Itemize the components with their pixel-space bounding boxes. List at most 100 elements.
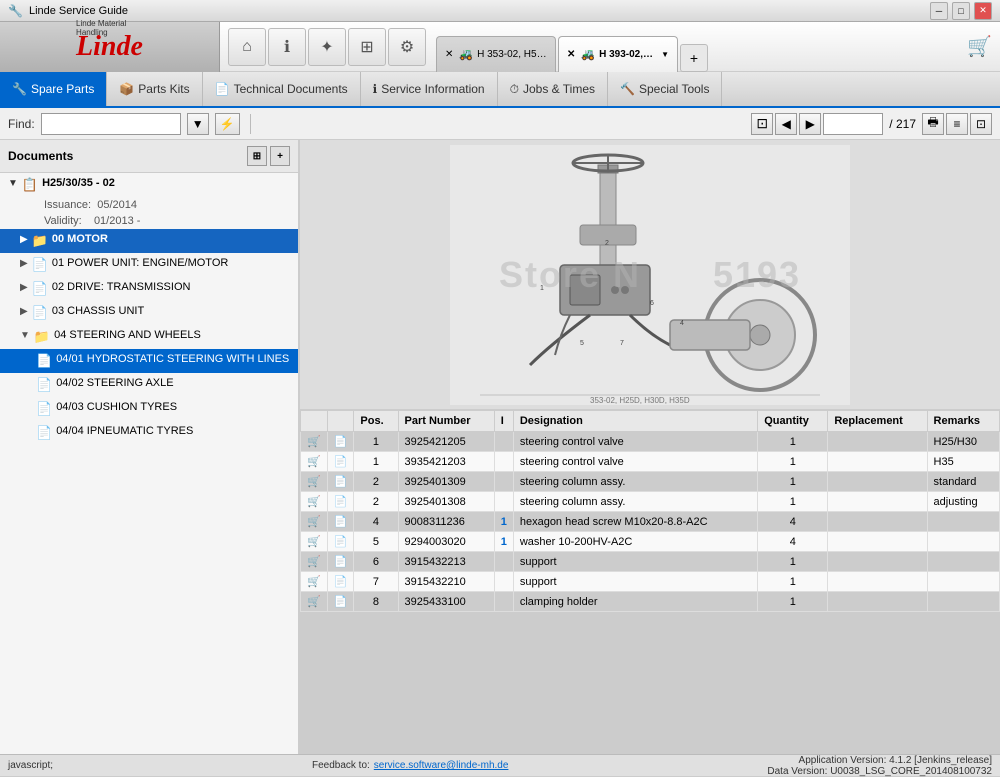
tab-2[interactable]: ✕ 🚜 H 393-02, H25D... ▼ — [558, 36, 678, 72]
close-button[interactable]: ✕ — [974, 2, 992, 20]
tree-item-ipneumatic-tyres[interactable]: 📄 04/04 IPNEUMATIC TYRES — [0, 421, 298, 445]
gear-icon-btn[interactable]: ⚙ — [388, 28, 426, 66]
sidebar-btn-1[interactable]: ⊞ — [247, 146, 267, 166]
special-tools-label: Special Tools — [639, 82, 710, 96]
data-version: Data Version: U0038_LSG_CORE_20140810073… — [767, 766, 992, 777]
tab-service-info[interactable]: ℹ Service Information — [361, 72, 498, 106]
doc-icon-cell[interactable]: 📄 — [327, 512, 354, 532]
cart-icon-cell[interactable]: 🛒 — [301, 512, 328, 532]
grid-icon-btn[interactable]: ⊞ — [348, 28, 386, 66]
doc-icon-cell[interactable]: 📄 — [327, 472, 354, 492]
pos-cell: 4 — [354, 512, 398, 532]
tab-special-tools[interactable]: 🔨 Special Tools — [608, 72, 722, 106]
drive-icon: 📄 — [32, 281, 48, 297]
issuance-date: 05/2014 — [97, 199, 137, 211]
pos-cell: 6 — [354, 552, 398, 572]
toolbar-separator-1 — [250, 114, 251, 134]
remarks-cell — [927, 552, 999, 572]
remarks-cell — [927, 512, 999, 532]
power-unit-label: 01 POWER UNIT: ENGINE/MOTOR — [52, 257, 228, 269]
cart-icon-cell[interactable]: 🛒 — [301, 452, 328, 472]
tree-item-motor[interactable]: ▶ 📁 00 MOTOR — [0, 229, 298, 253]
tree-item-cushion-tyres[interactable]: 📄 04/03 CUSHION TYRES — [0, 397, 298, 421]
table-row: 🛒 📄 1 3935421203 steering control valve … — [301, 452, 1000, 472]
find-input[interactable] — [41, 113, 181, 135]
filter-button[interactable]: ▼ — [187, 113, 209, 135]
cart-icon-cell[interactable]: 🛒 — [301, 592, 328, 612]
maximize-button[interactable]: □ — [952, 2, 970, 20]
tab-parts-kits[interactable]: 📦 Parts Kits — [107, 72, 202, 106]
jobs-times-label: Jobs & Times — [523, 82, 595, 96]
nav-icons-area: ⌂ ℹ ✦ ⊞ ⚙ ✕ 🚜 H 353-02, H50D... ✕ 🚜 H 39… — [220, 22, 1000, 72]
page-input[interactable]: 120 — [823, 113, 883, 135]
cart-icon-cell[interactable]: 🛒 — [301, 552, 328, 572]
cart-icon-cell[interactable]: 🛒 — [301, 532, 328, 552]
doc-icon-cell[interactable]: 📄 — [327, 532, 354, 552]
logo-area: Linde Material Handling Linde — [0, 22, 220, 72]
filter2-button[interactable]: ⚡ — [215, 113, 240, 135]
cushion-icon: 📄 — [36, 401, 52, 417]
feedback-label: Feedback to: — [312, 760, 370, 771]
header-top: Linde Material Handling Linde ⌂ ℹ ✦ ⊞ ⚙ … — [0, 22, 1000, 72]
tree-item-power-unit[interactable]: ▶ 📄 01 POWER UNIT: ENGINE/MOTOR — [0, 253, 298, 277]
tab-1[interactable]: ✕ 🚜 H 353-02, H50D... — [436, 36, 556, 72]
col-cart — [301, 411, 328, 432]
cart-icon-cell[interactable]: 🛒 — [301, 432, 328, 452]
tree-item-h25-root[interactable]: ▼ 📋 H25/30/35 - 02 — [0, 173, 298, 197]
tab-spare-parts[interactable]: 🔧 Spare Parts — [0, 72, 107, 106]
parts-table: Pos. Part Number I Designation Quantity … — [300, 410, 1000, 612]
cart-icon[interactable]: 🛒 — [967, 34, 992, 59]
tree-item-hydrostatic-steering[interactable]: 📄 04/01 HYDROSTATIC STEERING WITH LINES — [0, 349, 298, 373]
find-label: Find: — [8, 117, 35, 131]
next-button[interactable]: ▶ — [799, 113, 821, 135]
minimize-button[interactable]: ─ — [930, 2, 948, 20]
view-grid-button[interactable]: ⊡ — [970, 113, 992, 135]
doc-icon-cell[interactable]: 📄 — [327, 492, 354, 512]
doc-icon-cell[interactable]: 📄 — [327, 452, 354, 472]
tab-jobs-times[interactable]: ⏱ Jobs & Times — [498, 72, 608, 106]
doc-icon-cell[interactable]: 📄 — [327, 592, 354, 612]
thumbnail-button[interactable]: ⊡ — [751, 113, 773, 135]
table-row: 🛒 📄 1 3925421205 steering control valve … — [301, 432, 1000, 452]
replacement-cell — [828, 572, 927, 592]
view-list-button[interactable]: ≡ — [946, 113, 968, 135]
cart-icon-cell[interactable]: 🛒 — [301, 572, 328, 592]
tab1-close[interactable]: ✕ — [445, 49, 453, 60]
pos-cell: 8 — [354, 592, 398, 612]
quantity-cell: 4 — [758, 512, 828, 532]
js-label: javascript; — [8, 760, 53, 771]
doc-icon-cell[interactable]: 📄 — [327, 432, 354, 452]
hydrostatic-label: 04/01 HYDROSTATIC STEERING WITH LINES — [56, 353, 289, 365]
cart-icon-cell[interactable]: 🛒 — [301, 472, 328, 492]
main-content: Documents ⊞ + ▼ 📋 H25/30/35 - 02 Issuanc… — [0, 140, 1000, 754]
h25-root-label: H25/30/35 - 02 — [42, 177, 115, 189]
sidebar-btn-2[interactable]: + — [270, 146, 290, 166]
info-icon-btn[interactable]: ℹ — [268, 28, 306, 66]
col-replacement: Replacement — [828, 411, 927, 432]
sidebar-header: Documents ⊞ + — [0, 140, 298, 173]
cart-icon-cell[interactable]: 🛒 — [301, 492, 328, 512]
prev-button[interactable]: ◀ — [775, 113, 797, 135]
part-number-cell: 3935421203 — [398, 452, 494, 472]
doc-icon-cell[interactable]: 📄 — [327, 572, 354, 592]
replacement-cell — [828, 452, 927, 472]
steering-wheels-arrow: ▼ — [20, 330, 30, 341]
tree-item-chassis[interactable]: ▶ 📄 03 CHASSIS UNIT — [0, 301, 298, 325]
tree-item-steering-wheels[interactable]: ▼ 📁 04 STEERING AND WHEELS — [0, 325, 298, 349]
quantity-cell: 1 — [758, 432, 828, 452]
add-tab-button[interactable]: + — [680, 44, 708, 72]
wrench-icon-btn[interactable]: ✦ — [308, 28, 346, 66]
print-button[interactable]: 🖶 — [922, 113, 944, 135]
table-row: 🛒 📄 8 3925433100 clamping holder 1 — [301, 592, 1000, 612]
spare-parts-label: Spare Parts — [31, 82, 94, 96]
tree-item-drive[interactable]: ▶ 📄 02 DRIVE: TRANSMISSION — [0, 277, 298, 301]
tab2-close[interactable]: ✕ — [567, 49, 575, 60]
feedback-email[interactable]: service.software@linde-mh.de — [374, 760, 509, 771]
remarks-cell: H35 — [927, 452, 999, 472]
doc-icon-cell[interactable]: 📄 — [327, 552, 354, 572]
home-icon-btn[interactable]: ⌂ — [228, 28, 266, 66]
tree-item-steering-axle[interactable]: 📄 04/02 STEERING AXLE — [0, 373, 298, 397]
indicator-cell — [494, 472, 513, 492]
tab-technical-docs[interactable]: 📄 Technical Documents — [203, 72, 361, 106]
tab2-dropdown[interactable]: ▼ — [661, 50, 669, 59]
